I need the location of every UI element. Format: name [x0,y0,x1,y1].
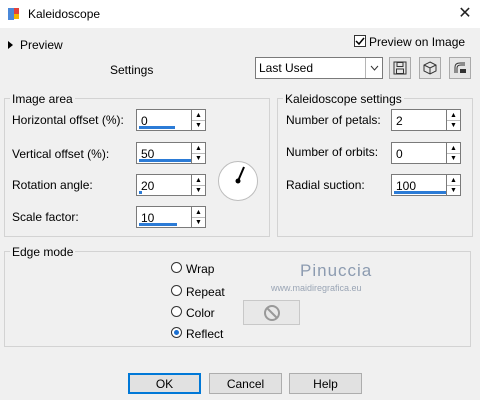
number-of-orbits-input[interactable]: 0 [391,142,447,164]
preset-value: Last Used [259,61,314,75]
edit-preset-button[interactable] [449,57,471,79]
edge-mode-group [4,251,471,347]
reset-preset-button[interactable] [419,57,441,79]
number-of-petals-input[interactable]: 2 [391,109,447,131]
kaleidoscope-settings-title: Kaleidoscope settings [283,92,404,106]
horizontal-offset-slider[interactable] [139,126,175,129]
rotation-angle-input[interactable]: 20 [136,174,192,196]
number-of-petals-value: 2 [396,114,403,128]
horizontal-offset-spin-buttons: ▲ ▼ [192,109,206,131]
rotation-angle-slider[interactable] [139,191,142,194]
edge-color-swatch[interactable] [243,300,300,325]
preset-dropdown[interactable]: Last Used [255,57,383,79]
settings-label: Settings [110,63,154,77]
scale-factor-slider[interactable] [139,223,177,226]
vertical-offset-spin-buttons: ▲ ▼ [192,142,206,164]
radial-suction-slider[interactable] [394,191,446,194]
decrement-icon[interactable]: ▼ [447,120,460,130]
preview-label: Preview [20,38,63,52]
number-of-petals-label: Number of petals: [286,113,381,127]
number-of-orbits-value: 0 [396,147,403,161]
number-of-petals-spin-buttons: ▲ ▼ [447,109,461,131]
preview-on-image-label: Preview on Image [369,35,466,49]
vertical-offset-stepper[interactable]: 50 ▲ ▼ [136,142,206,164]
edge-mode-reflect-radio[interactable] [171,327,182,338]
rotation-angle-value: 20 [141,179,155,193]
preview-toggle[interactable]: Preview [8,37,88,53]
help-button[interactable]: Help [289,373,362,394]
preview-on-image-checkbox[interactable] [354,35,366,47]
edge-mode-repeat-radio[interactable] [171,285,182,296]
window-title: Kaleidoscope [28,7,101,21]
ok-button[interactable]: OK [128,373,201,394]
edge-mode-color-radio[interactable] [171,306,182,317]
dial-needle-icon [235,166,245,184]
rotation-angle-stepper[interactable]: 20 ▲ ▼ [136,174,206,196]
decrement-icon[interactable]: ▼ [447,185,460,195]
chevron-down-icon[interactable] [365,58,382,78]
cancel-button[interactable]: Cancel [209,373,282,394]
scale-factor-stepper[interactable]: 10 ▲ ▼ [136,206,206,228]
scale-factor-spin-buttons: ▲ ▼ [192,206,206,228]
number-of-orbits-label: Number of orbits: [286,145,379,159]
vertical-offset-label: Vertical offset (%): [12,147,110,161]
save-preset-button[interactable] [389,57,411,79]
edge-mode-wrap-label[interactable]: Wrap [186,262,214,276]
image-area-title: Image area [10,92,75,106]
number-of-orbits-spin-buttons: ▲ ▼ [447,142,461,164]
watermark-url: www.maidiregrafica.eu [271,283,362,293]
no-color-icon [263,304,280,321]
checkmark-icon [355,37,365,46]
decrement-icon[interactable]: ▼ [192,217,205,227]
radial-suction-input[interactable]: 100 [391,174,447,196]
rotation-angle-label: Rotation angle: [12,178,93,192]
number-of-orbits-stepper[interactable]: 0 ▲ ▼ [391,142,461,164]
app-icon [8,8,19,20]
horizontal-offset-input[interactable]: 0 [136,109,192,131]
edge-mode-title: Edge mode [10,245,76,259]
watermark-name: Pinuccia [300,261,373,280]
edge-mode-repeat-label[interactable]: Repeat [186,285,225,299]
edge-mode-reflect-label[interactable]: Reflect [186,327,223,341]
vertical-offset-slider[interactable] [139,159,191,162]
cube-icon [423,61,437,75]
rotation-angle-spin-buttons: ▲ ▼ [192,174,206,196]
preset-edit-icon [454,62,466,73]
scale-factor-input[interactable]: 10 [136,206,192,228]
decrement-icon[interactable]: ▼ [192,120,205,130]
edge-mode-wrap-radio[interactable] [171,262,182,273]
horizontal-offset-stepper[interactable]: 0 ▲ ▼ [136,109,206,131]
number-of-petals-stepper[interactable]: 2 ▲ ▼ [391,109,461,131]
radial-suction-spin-buttons: ▲ ▼ [447,174,461,196]
close-icon[interactable]: ✕ [455,4,475,24]
decrement-icon[interactable]: ▼ [192,153,205,163]
edge-mode-color-label[interactable]: Color [186,306,215,320]
vertical-offset-input[interactable]: 50 [136,142,192,164]
title-bar: Kaleidoscope ✕ [0,0,480,28]
horizontal-offset-label: Horizontal offset (%): [12,113,124,127]
scale-factor-label: Scale factor: [12,210,79,224]
expand-triangle-icon [8,41,13,49]
decrement-icon[interactable]: ▼ [447,153,460,163]
radial-suction-stepper[interactable]: 100 ▲ ▼ [391,174,461,196]
floppy-disk-icon [393,61,407,75]
decrement-icon[interactable]: ▼ [192,185,205,195]
rotation-dial[interactable] [218,161,258,201]
radial-suction-label: Radial suction: [286,178,365,192]
